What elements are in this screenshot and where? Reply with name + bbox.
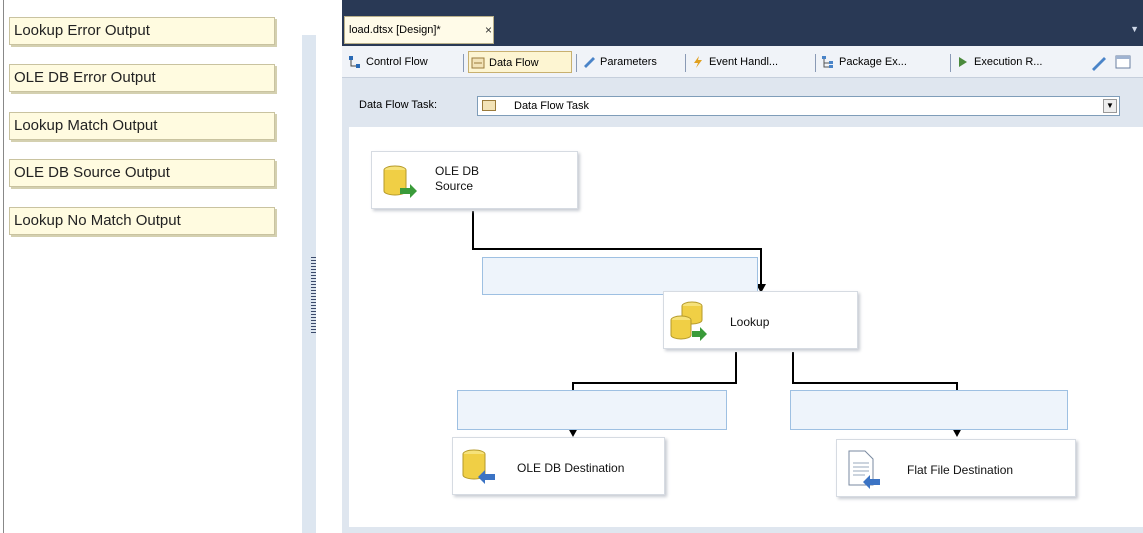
- data-flow-icon: [471, 57, 485, 69]
- source-line2: Source: [435, 179, 474, 193]
- parameters-icon: [584, 57, 595, 68]
- data-flow-task-value: Data Flow Task: [514, 100, 589, 112]
- close-icon[interactable]: ×: [485, 17, 492, 43]
- choice-oledb-source-output[interactable]: OLE DB Source Output: [9, 159, 275, 187]
- data-flow-task-label: Data Flow Task:: [359, 99, 438, 111]
- oledb-source-component[interactable]: OLE DB Source: [371, 151, 578, 209]
- choice-lookup-no-match-output[interactable]: Lookup No Match Output: [9, 207, 275, 235]
- document-tab-title: load.dtsx [Design]*: [349, 24, 441, 36]
- tab-event-handlers-label: Event Handl...: [709, 56, 779, 68]
- tab-execution-results-label: Execution R...: [974, 56, 1043, 68]
- package-explorer-icon: [822, 56, 833, 68]
- data-flow-task-icon: [482, 100, 496, 111]
- ssis-designer: load.dtsx [Design]* × ▼ Control Flow Dat…: [342, 0, 1143, 533]
- panel-border: [3, 0, 4, 533]
- answer-slot-lookup-to-oledb-destination[interactable]: [457, 390, 727, 430]
- oledb-destination-label: OLE DB Destination: [517, 461, 625, 475]
- tab-package-explorer-label: Package Ex...: [839, 56, 907, 68]
- source-line1: OLE DB: [435, 164, 480, 178]
- document-tab-bar: load.dtsx [Design]* × ▼: [342, 0, 1143, 46]
- execution-results-icon: [959, 57, 967, 67]
- control-flow-icon: [349, 56, 360, 68]
- oledb-destination-component[interactable]: OLE DB Destination: [452, 437, 665, 495]
- tab-control-flow-label: Control Flow: [366, 56, 428, 68]
- tab-control-flow[interactable]: Control Flow: [346, 51, 460, 73]
- tab-data-flow[interactable]: Data Flow: [468, 51, 572, 73]
- tab-package-explorer[interactable]: Package Ex...: [819, 51, 944, 73]
- tab-list-dropdown-icon[interactable]: ▼: [1130, 24, 1139, 34]
- choice-oledb-error-output[interactable]: OLE DB Error Output: [9, 64, 275, 92]
- answer-slot-source-to-lookup[interactable]: [482, 257, 758, 295]
- tab-separator: [463, 54, 464, 72]
- data-flow-canvas[interactable]: OLE DB Source Lookup OLE DB Destination: [349, 127, 1143, 527]
- flat-file-destination-component[interactable]: Flat File Destination: [836, 439, 1076, 497]
- designer-tabs: Control Flow Data Flow Parameters Event …: [342, 46, 1143, 78]
- flat-file-destination-label: Flat File Destination: [907, 463, 1014, 477]
- document-tab[interactable]: load.dtsx [Design]* ×: [344, 16, 494, 44]
- splitter-grip-icon[interactable]: [311, 257, 316, 335]
- database-source-icon: [383, 165, 417, 198]
- answer-choices-panel: Lookup Error Output OLE DB Error Output …: [0, 0, 300, 533]
- lookup-label: Lookup: [730, 315, 770, 329]
- lookup-component[interactable]: Lookup: [663, 291, 858, 349]
- choice-lookup-error-output[interactable]: Lookup Error Output: [9, 17, 275, 45]
- event-handler-icon: [694, 56, 702, 68]
- tab-data-flow-label: Data Flow: [489, 57, 539, 69]
- toolbar-window-icon[interactable]: [1114, 54, 1134, 72]
- tab-separator: [950, 54, 951, 72]
- tab-separator: [685, 54, 686, 72]
- designer-bottom-edge: [342, 527, 1143, 533]
- data-flow-task-combo[interactable]: Data Flow Task ▼: [477, 96, 1120, 116]
- tab-execution-results[interactable]: Execution R...: [954, 51, 1078, 73]
- toolbar-pencil-icon[interactable]: [1090, 55, 1108, 71]
- lookup-icon: [670, 301, 707, 341]
- tab-event-handlers[interactable]: Event Handl...: [689, 51, 809, 73]
- tab-parameters-label: Parameters: [600, 56, 657, 68]
- choice-lookup-match-output[interactable]: Lookup Match Output: [9, 112, 275, 140]
- flat-file-icon: [848, 450, 880, 489]
- tab-parameters[interactable]: Parameters: [580, 51, 680, 73]
- tab-separator: [815, 54, 816, 72]
- tab-separator: [576, 54, 577, 72]
- task-selector-row: Data Flow Task: Data Flow Task ▼: [342, 78, 1143, 126]
- chevron-down-icon[interactable]: ▼: [1103, 99, 1117, 113]
- database-destination-icon: [462, 449, 495, 484]
- answer-slot-lookup-to-flat-file[interactable]: [790, 390, 1068, 430]
